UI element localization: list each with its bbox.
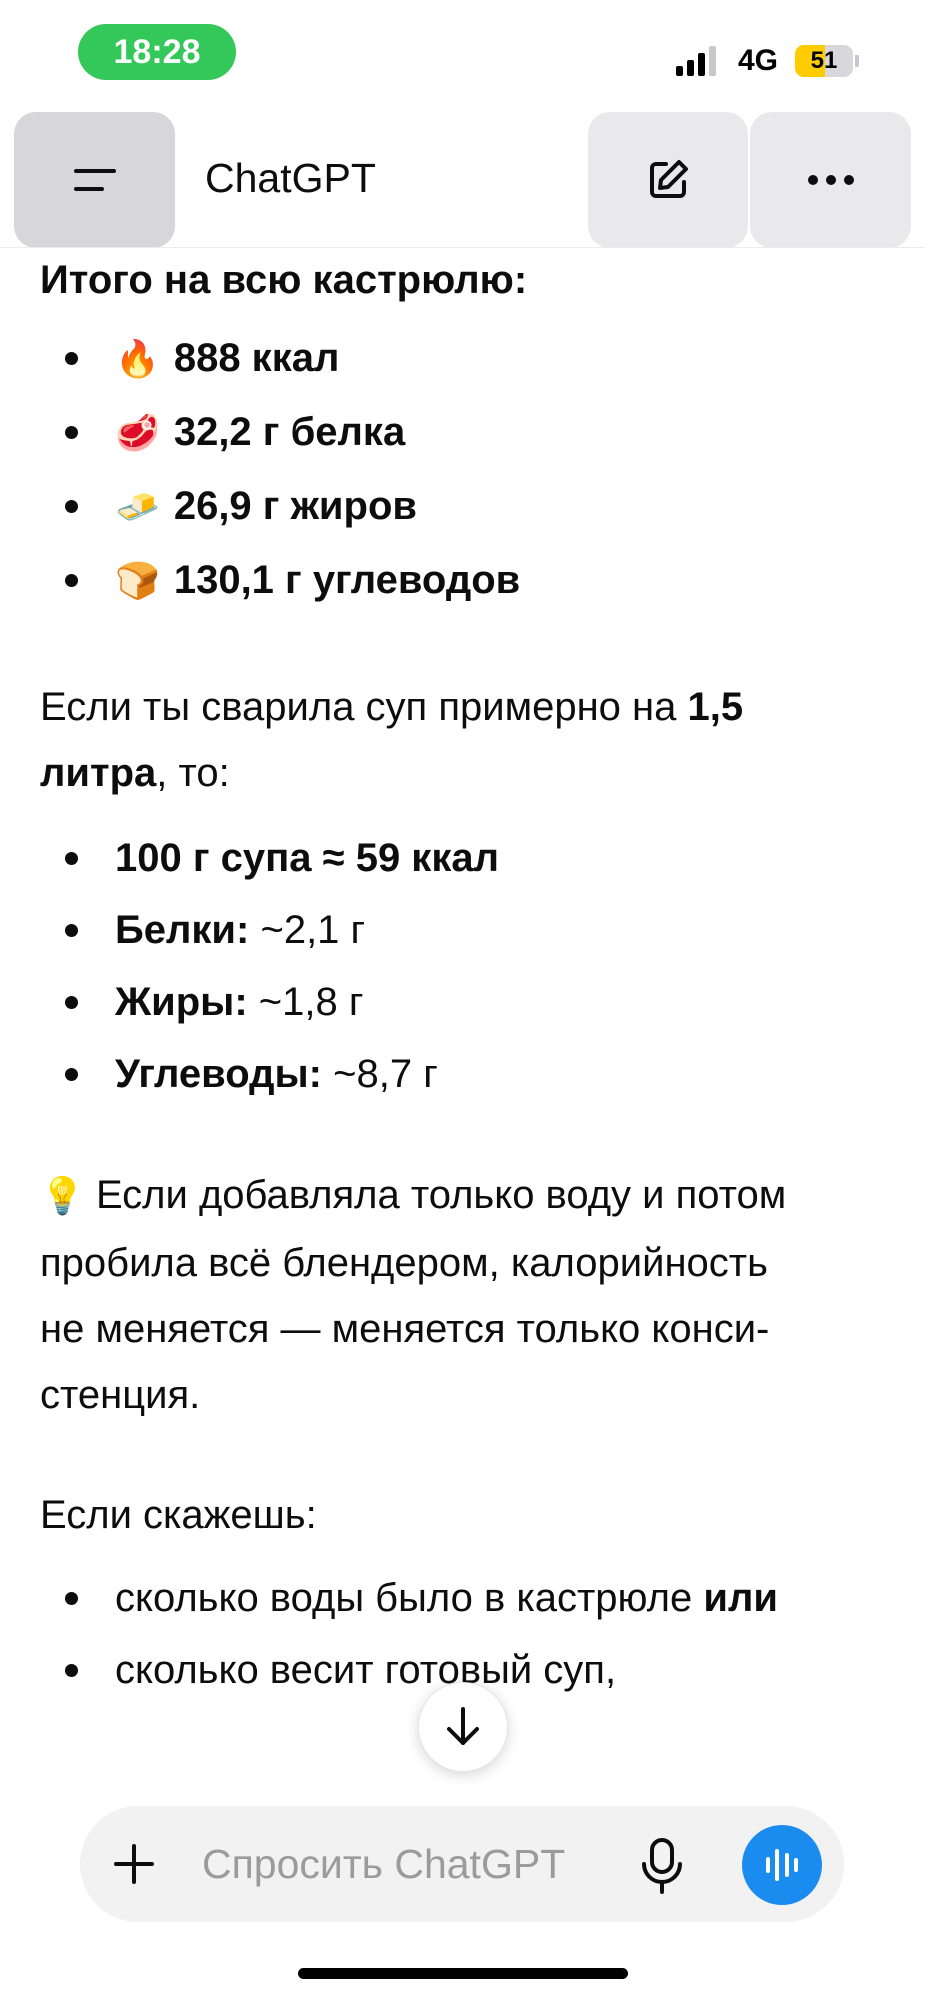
- list-item: Белки: ~2,1 г: [40, 894, 890, 966]
- battery-percent: 51: [810, 47, 838, 74]
- menu-icon: [73, 169, 116, 191]
- tip-line-2: пробила всё блендером, калорийность: [40, 1241, 768, 1285]
- tip-line-3: не меняется — меняется только конси-: [40, 1307, 770, 1351]
- total-calories: 888 ккал: [173, 336, 340, 380]
- list-item: 🔥 888 ккал: [40, 322, 890, 396]
- network-type: 4G: [738, 44, 779, 77]
- list-item: сколько воды было в кастрюле или: [40, 1562, 890, 1634]
- microphone-icon[interactable]: [640, 1838, 684, 1894]
- protein-label: Белки:: [115, 908, 250, 952]
- assistant-message: Итого на всю кастрюлю: 🔥 888 ккал 🥩 32,2 г…: [40, 250, 890, 1706]
- protein-value: ~2,1 г: [249, 908, 366, 952]
- total-protein: 32,2 г белка: [173, 410, 406, 454]
- tip-line-1: Если добавляла только воду и потом: [84, 1173, 787, 1217]
- battery-icon: 51: [795, 45, 861, 77]
- waveform-icon: [766, 1849, 798, 1881]
- header-divider: [0, 247, 925, 248]
- ask-item-1: сколько воды было в кастрюле: [115, 1576, 704, 1620]
- butter-icon: 🧈: [115, 487, 160, 528]
- more-options-button[interactable]: [750, 112, 911, 248]
- soup-text: Если ты сварила суп примерно на: [40, 685, 688, 729]
- message-composer: Спросить ChatGPT: [80, 1806, 844, 1922]
- status-time: 18:28: [78, 24, 236, 80]
- per100-calories: 100 г супа ≈ 59 ккал: [115, 836, 500, 880]
- more-icon: [807, 175, 854, 185]
- list-item: Углеводы: ~8,7 г: [40, 1038, 890, 1110]
- fat-value: ~1,8 г: [247, 980, 364, 1024]
- app-title: ChatGPT: [205, 155, 376, 201]
- ask-paragraph: Если скажешь:: [40, 1493, 317, 1537]
- list-item: 🧈 26,9 г жиров: [40, 470, 890, 544]
- soup-volume: 1,5: [687, 685, 744, 729]
- ask-item-1-bold: или: [703, 1576, 778, 1620]
- arrow-down-icon: [447, 1707, 479, 1745]
- carbs-label: Углеводы:: [115, 1052, 322, 1096]
- soup-paragraph: Если ты сварила суп примерно на 1,5 литра…: [40, 674, 890, 806]
- edit-icon: [650, 160, 688, 198]
- totals-heading: Итого на всю кастрюлю:: [40, 258, 528, 302]
- soup-unit: литра: [40, 751, 157, 795]
- per100-list: 100 г супа ≈ 59 ккал Белки: ~2,1 г Жиры:…: [40, 822, 890, 1110]
- total-carbs: 130,1 г углеводов: [173, 558, 521, 602]
- tip-line-4: стенция.: [40, 1373, 201, 1417]
- bread-icon: 🍞: [115, 561, 160, 602]
- total-fat: 26,9 г жиров: [173, 484, 417, 528]
- tip-paragraph: 💡 Если добавляла только воду и потом проб…: [40, 1162, 890, 1428]
- voice-mode-button[interactable]: [742, 1825, 822, 1905]
- list-item: 🥩 32,2 г белка: [40, 396, 890, 470]
- plus-icon[interactable]: [114, 1844, 154, 1884]
- meat-icon: 🥩: [115, 413, 160, 454]
- ask-item-2: сколько весит готовый суп,: [115, 1648, 617, 1692]
- new-chat-button[interactable]: [588, 112, 748, 248]
- signal-icon: [676, 46, 716, 76]
- fat-label: Жиры:: [115, 980, 248, 1024]
- message-input[interactable]: Спросить ChatGPT: [202, 1836, 565, 1892]
- chat-screen: 18:28 4G 51 ChatGPT Итого на всю кастрюл…: [0, 0, 925, 2000]
- fire-icon: 🔥: [115, 339, 160, 380]
- carbs-value: ~8,7 г: [322, 1052, 438, 1096]
- menu-button[interactable]: [14, 112, 175, 248]
- list-item: Жиры: ~1,8 г: [40, 966, 890, 1038]
- list-item: 🍞 130,1 г углеводов: [40, 544, 890, 618]
- scroll-down-button[interactable]: [418, 1682, 508, 1772]
- list-item: 100 г супа ≈ 59 ккал: [40, 822, 890, 894]
- totals-list: 🔥 888 ккал 🥩 32,2 г белка 🧈 26,9 г жиров 🍞 1…: [40, 322, 890, 618]
- home-indicator: [298, 1968, 628, 1979]
- soup-suffix: , то:: [156, 751, 230, 795]
- lightbulb-icon: 💡: [40, 1176, 85, 1217]
